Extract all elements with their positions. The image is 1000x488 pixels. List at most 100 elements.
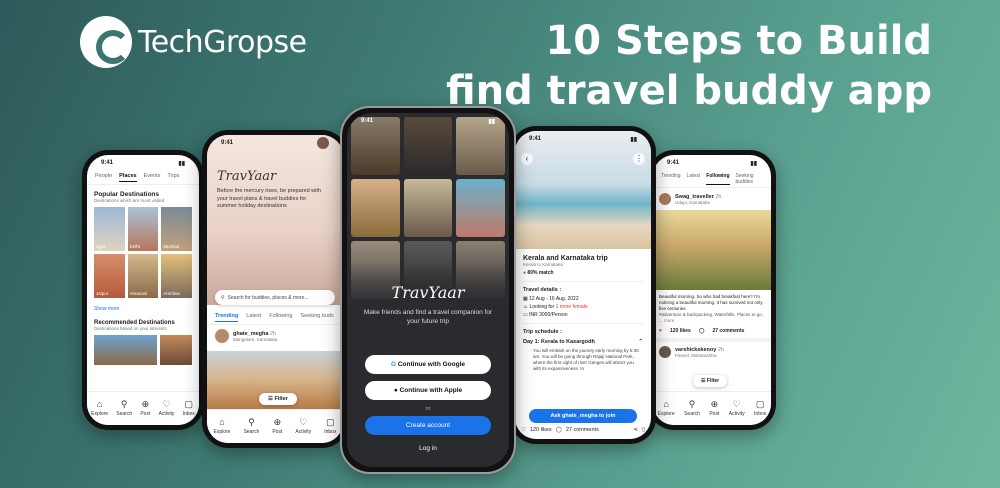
phone-login: 9:41 ▮▮ TravYaar Make friends and find a … — [340, 106, 516, 474]
comment-icon[interactable]: ◯ — [699, 328, 705, 334]
nav-label: Inbox — [182, 411, 195, 417]
status-time: 9:41 — [101, 160, 114, 166]
divider-or: or — [425, 406, 431, 412]
nav-explore[interactable]: ⌂ Explore — [91, 400, 108, 418]
post-username[interactable]: varshickskenoy — [675, 347, 716, 353]
trip-dates: 12 Aug - 16 Aug, 2022 — [529, 296, 579, 302]
tab-latest[interactable]: Latest — [687, 173, 701, 185]
nav-label: Activity — [728, 411, 745, 417]
place-card[interactable]: Varanasi — [127, 254, 159, 298]
nav-label: Explore — [657, 411, 675, 417]
phone-home-screen: 9:41 TravYaar Before the mercury rises, … — [207, 135, 343, 443]
post-caption: Beautiful morning. So who had breakfast … — [659, 294, 763, 311]
continue-apple-button[interactable]: ● Continue with Apple — [365, 381, 491, 400]
place-card[interactable]: Mumbai — [161, 207, 192, 251]
post-time: 2h — [715, 193, 722, 200]
tab-people[interactable]: People — [95, 173, 112, 182]
avatar[interactable] — [659, 346, 671, 358]
phone-places: 9:41 ▮▮ People Places Events Trips Popula… — [82, 150, 204, 430]
trip-title: Kerala and Karnataka trip — [523, 255, 608, 262]
more-icon[interactable]: ⋮ — [633, 153, 645, 165]
nav-explore[interactable]: ⌂ Explore — [214, 418, 231, 436]
tab-events[interactable]: Events — [144, 173, 161, 182]
continue-google-button[interactable]: G Continue with Google — [365, 355, 491, 374]
chat-icon: ▢ — [326, 417, 335, 427]
chat-icon: ▢ — [184, 399, 194, 409]
places-tabs: People Places Events Trips — [87, 171, 199, 185]
place-card[interactable]: Jaipur — [94, 254, 125, 298]
place-card[interactable]: Amritsar — [161, 254, 192, 298]
nav-activity[interactable]: ♡ Activity — [295, 417, 312, 436]
phone-home: 9:41 TravYaar Before the mercury rises, … — [202, 130, 348, 448]
plus-icon: ⊕ — [141, 399, 150, 409]
tab-trips[interactable]: Trips — [167, 173, 179, 182]
nav-activity[interactable]: ♡ Activity — [728, 400, 745, 418]
nav-post[interactable]: ⊕ Post — [709, 400, 720, 418]
feed-tabs: Trending Latest Following Seeking buds — [207, 311, 343, 325]
tab-trending[interactable]: Trending — [215, 313, 239, 322]
heart-icon: ♡ — [299, 417, 308, 427]
nav-search[interactable]: ⚲ Search — [116, 400, 132, 418]
comment-icon[interactable]: ◯ — [556, 427, 562, 433]
nav-activity[interactable]: ♡ Activity — [159, 400, 175, 418]
filter-button[interactable]: ☰ Filter — [259, 393, 297, 405]
nav-explore[interactable]: ⌂ Explore — [657, 400, 675, 418]
nav-post[interactable]: ⊕ Post — [272, 418, 282, 436]
comments-count[interactable]: 27 comments — [566, 427, 599, 433]
search-input[interactable]: ⚲ Search for buddies, places & more... — [215, 290, 335, 305]
tab-latest[interactable]: Latest — [246, 313, 261, 322]
nav-search[interactable]: ⚲ Search — [684, 400, 700, 418]
login-link[interactable]: Log in — [347, 445, 509, 452]
tab-places[interactable]: Places — [119, 173, 137, 182]
post-image[interactable] — [653, 210, 771, 290]
heart-icon[interactable]: ♡ — [521, 427, 526, 433]
nav-post[interactable]: ⊕ Post — [140, 399, 150, 418]
post-time: 2h — [717, 346, 724, 353]
google-label: Continue with Google — [397, 361, 466, 368]
nav-inbox[interactable]: ▢ Inbox — [182, 399, 195, 418]
show-more-link[interactable]: Show more — [94, 306, 192, 312]
status-time: 9:41 — [667, 160, 680, 166]
place-card[interactable]: Agra — [94, 207, 125, 251]
share-icon[interactable]: ⋖ — [633, 427, 638, 433]
nav-inbox[interactable]: ▢ Inbox — [754, 400, 766, 418]
nav-label: Post — [709, 411, 720, 417]
brand-logo: TechGropse — [80, 16, 307, 68]
avatar[interactable] — [659, 193, 671, 205]
tab-seeking[interactable]: Seeking buds — [300, 313, 333, 322]
heart-icon[interactable]: ♥ — [659, 328, 662, 334]
recommended-card[interactable] — [94, 335, 158, 365]
day-accordion[interactable]: Day 1: Kerala to Kasargodh ⌃ — [523, 339, 643, 345]
nav-inbox[interactable]: ▢ Inbox — [324, 417, 336, 436]
filter-label: Filter — [274, 396, 288, 402]
post-username[interactable]: ghate_megha — [233, 331, 268, 337]
nav-search[interactable]: ⚲ Search — [243, 418, 259, 436]
recommended-card[interactable] — [160, 335, 192, 365]
post-image[interactable] — [207, 351, 343, 415]
tab-following[interactable]: Following — [269, 313, 292, 322]
tab-seeking[interactable]: Seeking buddies — [736, 173, 763, 185]
place-card[interactable]: Delhi — [127, 207, 159, 251]
nav-label: Activity — [295, 429, 312, 435]
app-logo-text: TravYaar — [391, 283, 465, 302]
more-link[interactable]: more — [664, 318, 674, 323]
tagline: Make friends and find a travel companion… — [363, 309, 493, 325]
headline: 10 Steps to Build find travel buddy app — [446, 16, 932, 116]
post-username[interactable]: Swag_traveller — [675, 194, 714, 200]
comments-count[interactable]: 27 comments — [712, 328, 744, 334]
create-account-button[interactable]: Create account — [365, 416, 491, 435]
filter-button[interactable]: ☰ Filter — [693, 375, 728, 387]
status-bar: 9:41 — [207, 135, 343, 151]
brand-name: TechGropse — [138, 24, 307, 60]
avatar[interactable] — [215, 329, 229, 343]
ask-to-join-button[interactable]: Ask ghate_megha to join — [529, 409, 637, 423]
app-logo-text: TravYaar — [217, 169, 277, 184]
hero-text: Before the mercury rises, be prepared wi… — [217, 188, 321, 209]
post-time: 2h — [270, 330, 277, 337]
back-icon[interactable]: ‹ — [521, 153, 533, 165]
avatar[interactable] — [317, 137, 329, 149]
tab-trending[interactable]: Trending — [661, 173, 681, 185]
phone-places-screen: 9:41 ▮▮ People Places Events Trips Popula… — [87, 155, 199, 425]
tab-following[interactable]: Following — [706, 173, 730, 185]
bookmark-icon[interactable]: ▯ — [642, 427, 645, 433]
